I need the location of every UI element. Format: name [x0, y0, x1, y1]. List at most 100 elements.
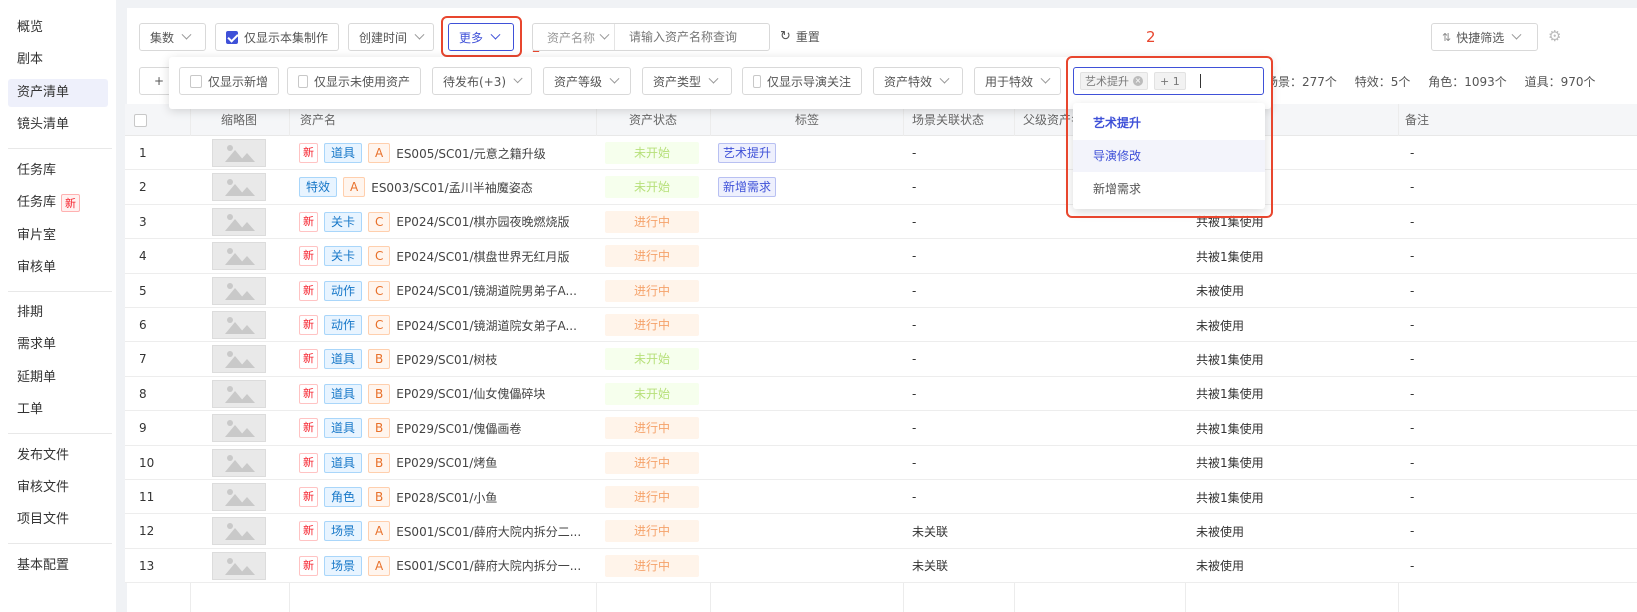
table-row[interactable]: 5 新动作 C EP024/SC01/镜湖道院男弟子A... 进行中 - 未被使用 -: [125, 273, 1637, 308]
sidebar-item-schedule[interactable]: 排期: [8, 299, 108, 327]
sidebar-item-review-room[interactable]: 审片室: [8, 222, 108, 250]
remark-cell: -: [1410, 318, 1415, 332]
asset-status-cell: 未开始: [605, 377, 699, 411]
image-placeholder-icon[interactable]: [212, 517, 266, 546]
table-row[interactable]: 6 新动作 C EP024/SC01/镜湖道院女弟子A... 进行中 - 未被使用 -: [125, 308, 1637, 343]
asset-name-link[interactable]: EP024/SC01/镜湖道院女弟子A...: [396, 317, 577, 334]
table-row[interactable]: 9 新道具 B EP029/SC01/傀儡画卷 进行中 - 共被1集使用 -: [125, 411, 1637, 446]
sidebar-item-requirements[interactable]: 需求单: [8, 331, 108, 359]
table-row[interactable]: 13 新场景 A ES001/SC01/薛府大院内拆分一... 进行中 未关联 未被使用 -: [125, 548, 1637, 584]
only-this-episode-checkbox[interactable]: 仅显示本集制作: [215, 23, 339, 51]
new-tag: 新: [299, 315, 318, 335]
asset-name-link[interactable]: ES005/SC01/元意之籍升级: [396, 145, 545, 162]
asset-name-search: 资产名称: [532, 23, 770, 51]
asset-effect-label: 资产特效: [884, 74, 933, 89]
asset-name-link[interactable]: EP029/SC01/烤鱼: [396, 454, 497, 471]
asset-effect-select[interactable]: 资产特效: [873, 67, 963, 95]
settings-gear-icon[interactable]: ⚙: [1548, 27, 1561, 45]
new-tag: 新: [299, 143, 318, 163]
asset-level-select[interactable]: 资产等级: [543, 67, 631, 95]
image-placeholder-icon[interactable]: [212, 207, 266, 236]
sidebar-item-overview[interactable]: 概览: [8, 14, 108, 42]
asset-name-link[interactable]: EP029/SC01/仙女傀儡碎块: [396, 385, 545, 402]
sidebar-item-task-library-new[interactable]: 任务库新: [8, 189, 108, 217]
table-row[interactable]: 3 新关卡 C EP024/SC01/棋亦园夜晚燃烧版 进行中 - 共被1集使用 -: [125, 204, 1637, 240]
asset-name-link[interactable]: EP024/SC01/棋亦园夜晚燃烧版: [396, 213, 569, 230]
image-placeholder-icon[interactable]: [212, 173, 266, 202]
image-placeholder-icon[interactable]: [212, 139, 266, 167]
used-for-effect-select[interactable]: 用于特效: [974, 67, 1061, 95]
stat-effect: 特效：5个: [1354, 75, 1411, 89]
remark-cell: -: [1410, 455, 1415, 470]
table-row[interactable]: 1 新道具 A ES005/SC01/元意之籍升级 未开始 艺术提升 - -: [125, 136, 1637, 171]
only-new-checkbox[interactable]: 仅显示新增: [179, 67, 279, 95]
reset-button[interactable]: ↻ 重置: [780, 28, 820, 45]
table-row[interactable]: 4 新关卡 C EP024/SC01/棋盘世界无红月版 进行中 - 共被1集使用 -: [125, 239, 1637, 274]
image-placeholder-icon[interactable]: [212, 276, 266, 305]
sidebar-item-shot-list[interactable]: 镜头清单: [8, 111, 108, 139]
table-row[interactable]: 10 新道具 B EP029/SC01/烤鱼 进行中 - 共被1集使用 -: [125, 445, 1637, 480]
asset-level-tag: A: [368, 521, 391, 542]
sidebar-divider: [8, 291, 112, 292]
asset-name-link[interactable]: ES003/SC01/孟川半袖魔姿态: [371, 179, 532, 196]
sidebar-item-asset-list[interactable]: 资产清单: [8, 79, 108, 107]
image-placeholder-icon[interactable]: [212, 551, 266, 580]
table-row[interactable]: 12 新场景 A ES001/SC01/薛府大院内拆分二... 进行中 未关联 未被使用 -: [125, 514, 1637, 549]
thumbnail-cell: [212, 136, 266, 170]
remark-cell: -: [1410, 249, 1415, 264]
pending-publish-select[interactable]: 待发布(+3): [432, 67, 532, 95]
quick-filter-select[interactable]: ⇅ 快捷筛选: [1431, 23, 1538, 51]
asset-status-cell: 进行中: [605, 549, 699, 583]
table-row[interactable]: 11 新角色 B EP028/SC01/小鱼 进行中 - 共被1集使用 -: [125, 480, 1637, 515]
only-director-focus-checkbox[interactable]: 仅显示导演关注: [742, 67, 862, 95]
table-row[interactable]: 2 特效 A ES003/SC01/孟川半袖魔姿态 未开始 新增需求 - -: [125, 170, 1637, 205]
created-time-select[interactable]: 创建时间: [348, 23, 434, 51]
usage-cell: 共被1集使用: [1196, 352, 1264, 367]
asset-name-field-select[interactable]: 资产名称: [533, 24, 615, 50]
table-row[interactable]: 7 新道具 B EP029/SC01/树枝 未开始 - 共被1集使用 -: [125, 342, 1637, 377]
asset-name-link[interactable]: EP029/SC01/树枝: [396, 351, 497, 368]
sidebar-item-project-files[interactable]: 项目文件: [8, 506, 108, 534]
asset-type-select[interactable]: 资产类型: [642, 67, 732, 95]
asset-name-link[interactable]: ES001/SC01/薛府大院内拆分二...: [396, 523, 581, 540]
stat-role: 角色：1093个: [1428, 75, 1507, 89]
reset-label: 重置: [795, 30, 820, 44]
asset-name-link[interactable]: EP029/SC01/傀儡画卷: [396, 420, 521, 437]
chevron-down-icon: [939, 73, 950, 84]
row-number: 12: [139, 524, 155, 539]
image-placeholder-icon[interactable]: [212, 448, 266, 477]
image-placeholder-icon[interactable]: [212, 311, 266, 339]
new-tag: 新: [299, 555, 318, 576]
select-all-checkbox[interactable]: [134, 114, 147, 127]
sidebar-item-work-order[interactable]: 工单: [8, 396, 108, 424]
chevron-down-icon: [599, 29, 610, 40]
sidebar-item-basic-config[interactable]: 基本配置: [8, 552, 108, 580]
image-placeholder-icon[interactable]: [212, 379, 266, 408]
chevron-down-icon: [513, 73, 523, 83]
sidebar-item-publish-files[interactable]: 发布文件: [8, 442, 108, 470]
scene-link-status: -: [912, 421, 917, 436]
only-new-label: 仅显示新增: [207, 74, 268, 89]
image-placeholder-icon[interactable]: [212, 345, 266, 374]
only-unused-checkbox[interactable]: 仅显示未使用资产: [287, 67, 421, 95]
asset-level-tag: A: [368, 555, 391, 576]
sidebar-item-task-library[interactable]: 任务库: [8, 157, 108, 185]
image-placeholder-icon[interactable]: [212, 242, 266, 271]
asset-name-link[interactable]: ES001/SC01/薛府大院内拆分一...: [396, 557, 581, 574]
sidebar-item-review-sheet[interactable]: 审核单: [8, 254, 108, 282]
image-placeholder-icon[interactable]: [212, 414, 266, 443]
episodes-select[interactable]: 集数: [139, 23, 206, 51]
table-row[interactable]: 8 新道具 B EP029/SC01/仙女傀儡碎块 未开始 - 共被1集使用 -: [125, 376, 1637, 412]
asset-name-cell: 特效 A ES003/SC01/孟川半袖魔姿态: [299, 170, 533, 204]
asset-name-link[interactable]: EP024/SC01/镜湖道院男弟子A...: [396, 282, 577, 299]
row-number: 9: [139, 421, 147, 436]
asset-name-link[interactable]: EP028/SC01/小鱼: [396, 489, 497, 506]
sidebar-item-script[interactable]: 剧本: [8, 46, 108, 74]
sidebar-item-review-files[interactable]: 审核文件: [8, 474, 108, 502]
asset-name-input[interactable]: [629, 30, 769, 44]
image-placeholder-icon[interactable]: [212, 483, 266, 511]
sidebar-item-delay[interactable]: 延期单: [8, 364, 108, 392]
asset-name-link[interactable]: EP024/SC01/棋盘世界无红月版: [396, 248, 569, 265]
asset-type-tag: 动作: [324, 280, 363, 301]
asset-level-tag: C: [368, 246, 391, 267]
